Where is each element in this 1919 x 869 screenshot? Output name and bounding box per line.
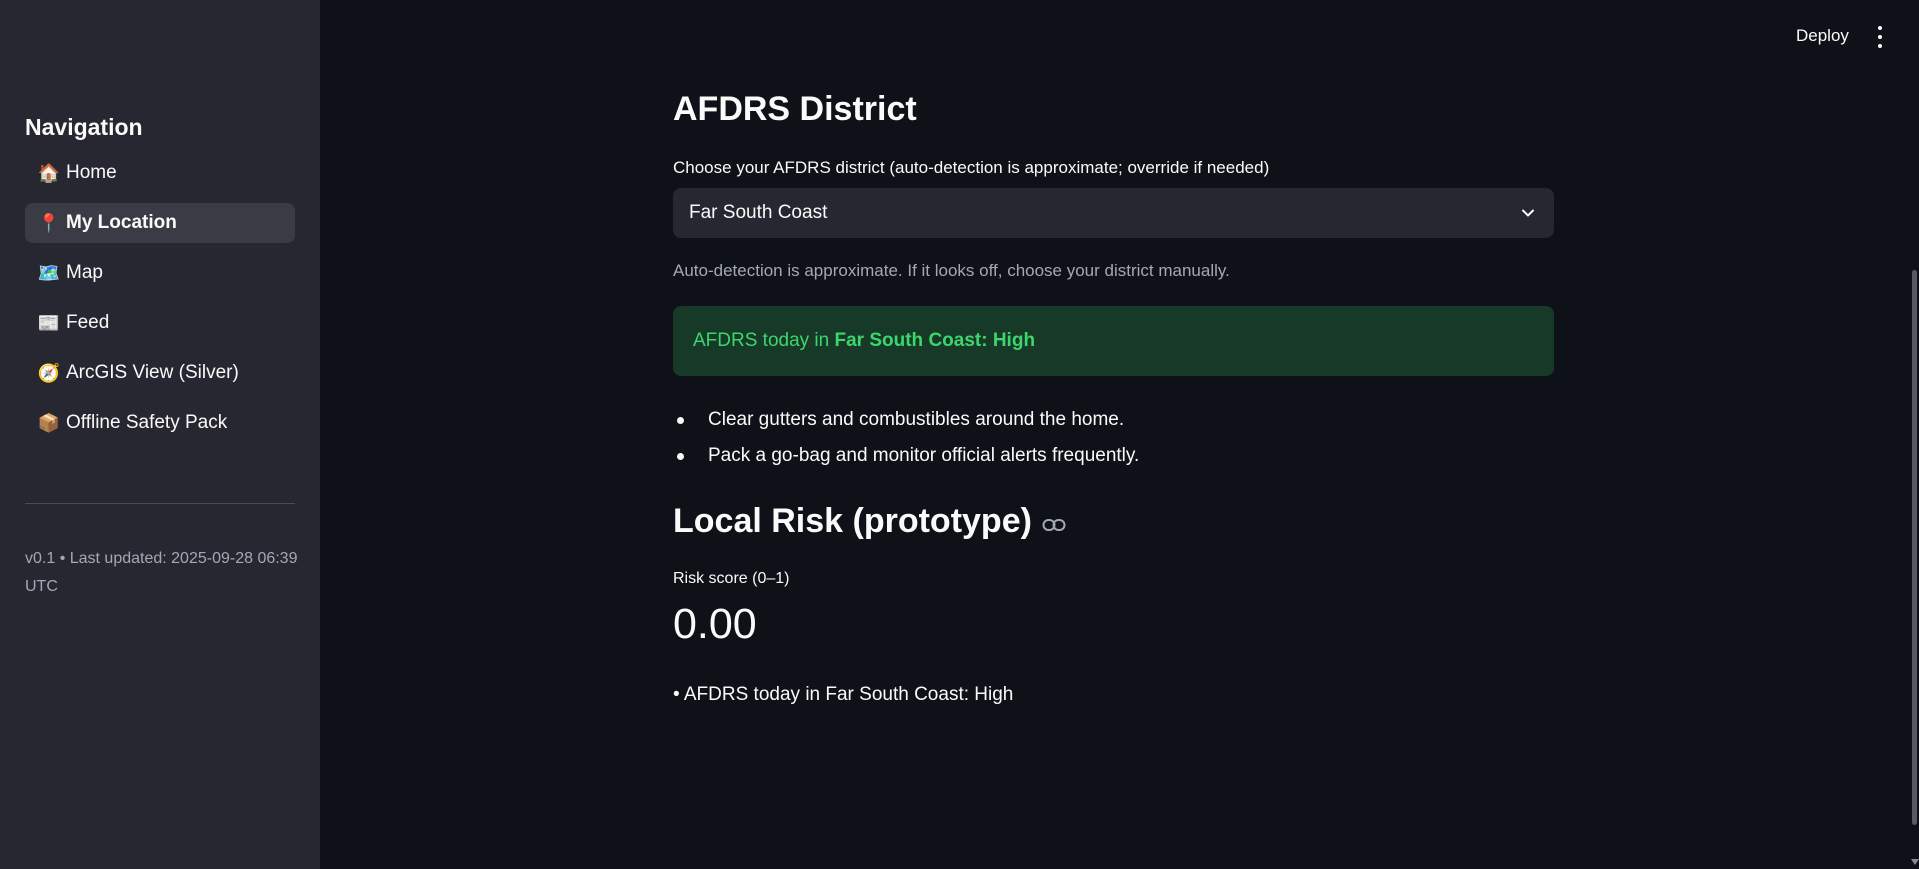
sidebar-title: Navigation (25, 114, 143, 140)
metric-value: 0.00 (673, 600, 757, 648)
sidebar-divider (25, 503, 295, 504)
house-icon: 🏠 (37, 162, 61, 183)
map-icon: 🗺️ (37, 262, 61, 283)
advice-list: Clear gutters and combustibles around th… (673, 402, 1554, 474)
sidebar-item-feed[interactable]: 📰 Feed (25, 303, 295, 343)
app: Navigation 🏠 Home 📍 My Location 🗺️ Map 📰… (0, 0, 1919, 869)
auto-detect-caption: Auto-detection is approximate. If it loo… (673, 261, 1230, 280)
package-icon: 📦 (37, 412, 61, 433)
district-select-label: Choose your AFDRS district (auto-detecti… (673, 158, 1270, 177)
sidebar-item-my-location[interactable]: 📍 My Location (25, 203, 295, 243)
risk-factor-note: • AFDRS today in Far South Coast: High (673, 684, 1014, 705)
sidebar-item-label: Map (66, 262, 103, 283)
sidebar-item-label: ArcGIS View (Silver) (66, 362, 239, 383)
list-item: Pack a go-bag and monitor official alert… (673, 438, 1554, 474)
chevron-down-icon (1522, 209, 1534, 217)
sidebar-item-arcgis-view[interactable]: 🧭 ArcGIS View (Silver) (25, 353, 295, 393)
advice-text: Pack a go-bag and monitor official alert… (708, 445, 1140, 466)
sidebar-item-map[interactable]: 🗺️ Map (25, 253, 295, 293)
alert-prefix: AFDRS today in (693, 330, 835, 351)
sidebar-item-label: Home (66, 162, 117, 183)
deploy-button[interactable]: Deploy (1796, 26, 1849, 46)
link-icon[interactable] (1042, 518, 1066, 532)
bullet-icon (677, 416, 684, 424)
sidebar-item-home[interactable]: 🏠 Home (25, 153, 295, 193)
metric-label: Risk score (0–1) (673, 570, 790, 587)
newspaper-icon: 📰 (37, 312, 61, 333)
compass-icon: 🧭 (37, 362, 61, 383)
main-menu-icon[interactable] (1872, 26, 1888, 48)
district-select[interactable]: Far South Coast (673, 188, 1554, 238)
bullet-icon (677, 452, 684, 460)
advice-text: Clear gutters and combustibles around th… (708, 409, 1125, 430)
sidebar-item-label: Offline Safety Pack (66, 412, 228, 433)
version-footer: v0.1 • Last updated: 2025-09-28 06:39 UT… (25, 550, 298, 595)
fire-danger-alert: AFDRS today in Far South Coast: High (673, 306, 1554, 376)
sidebar-nav: 🏠 Home 📍 My Location 🗺️ Map 📰 Feed 🧭 Arc… (25, 153, 295, 453)
sidebar-item-label: Feed (66, 312, 110, 333)
sidebar-item-label: My Location (66, 212, 177, 233)
risk-heading-text: Local Risk (prototype) (673, 502, 1032, 540)
district-heading: AFDRS District (673, 90, 917, 128)
sidebar: Navigation 🏠 Home 📍 My Location 🗺️ Map 📰… (0, 0, 320, 869)
alert-rating: Far South Coast: High (834, 330, 1036, 351)
risk-heading: Local Risk (prototype) (673, 502, 1066, 541)
list-item: Clear gutters and combustibles around th… (673, 402, 1554, 438)
district-select-value: Far South Coast (689, 202, 828, 223)
scrollbar-thumb[interactable] (1912, 270, 1917, 825)
pin-icon: 📍 (37, 212, 61, 233)
scroll-down-arrow-icon[interactable] (1911, 859, 1919, 865)
sidebar-item-offline-safety-pack[interactable]: 📦 Offline Safety Pack (25, 403, 295, 443)
